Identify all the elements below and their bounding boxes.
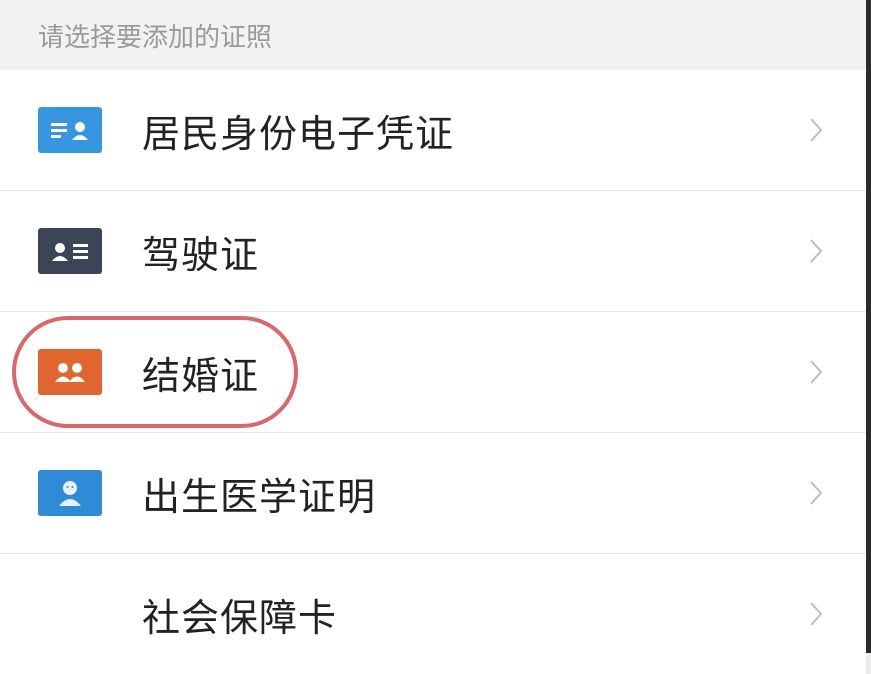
id-card-icon xyxy=(38,107,102,153)
list-item-birth-certificate[interactable]: 出生医学证明 xyxy=(0,433,866,554)
list-item-marriage-certificate[interactable]: 结婚证 xyxy=(0,312,866,433)
driver-license-icon xyxy=(38,228,102,274)
icon-placeholder xyxy=(38,591,102,637)
chevron-right-icon xyxy=(804,475,828,511)
chevron-right-icon xyxy=(804,596,828,632)
chevron-right-icon xyxy=(804,112,828,148)
birth-certificate-icon xyxy=(38,470,102,516)
list-item-label: 驾驶证 xyxy=(142,232,260,277)
list-item-label: 居民身份电子凭证 xyxy=(142,111,455,156)
list-item-driver-license[interactable]: 驾驶证 xyxy=(0,191,866,312)
certificate-list: 居民身份电子凭证 驾驶证 结婚证 出生医学证明 社会保障卡 xyxy=(0,70,866,674)
list-item-label: 社会保障卡 xyxy=(142,595,338,640)
list-item-id-card[interactable]: 居民身份电子凭证 xyxy=(0,70,866,191)
section-header: 请选择要添加的证照 xyxy=(0,0,866,70)
marriage-certificate-icon xyxy=(38,349,102,395)
chevron-right-icon xyxy=(804,354,828,390)
list-item-label: 出生医学证明 xyxy=(142,474,377,519)
list-item-social-security-card[interactable]: 社会保障卡 xyxy=(0,554,866,674)
window-edge xyxy=(866,0,871,653)
list-item-label: 结婚证 xyxy=(142,353,260,398)
certificate-select-screen: 请选择要添加的证照 居民身份电子凭证 驾驶证 结婚证 出生医学证明 社会保障卡 xyxy=(0,0,871,674)
chevron-right-icon xyxy=(804,233,828,269)
